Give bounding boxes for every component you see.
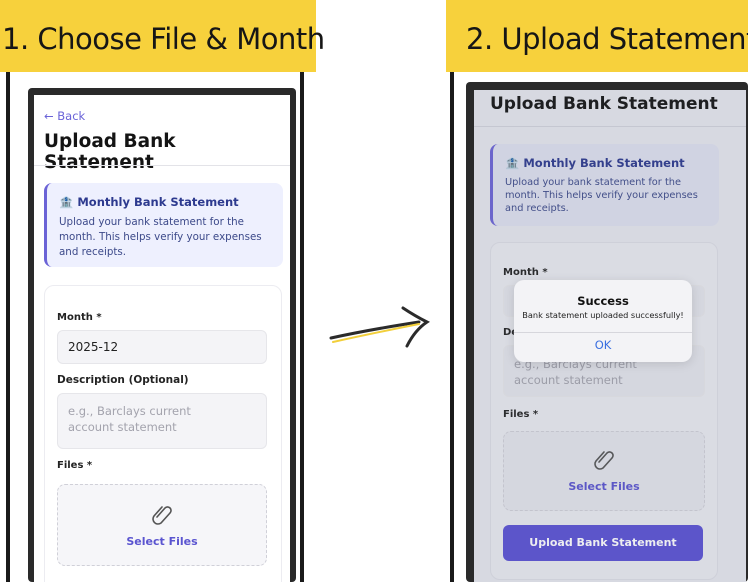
arrow-icon <box>329 306 430 348</box>
frame-post-right-a <box>450 72 454 582</box>
description-label: Description (Optional) <box>57 374 189 386</box>
step2-title: 2. Upload Statement <box>466 22 748 56</box>
description-placeholder: e.g., Barclays current account statement <box>68 404 191 434</box>
step1-title: 1. Choose File & Month <box>2 22 325 56</box>
page-title: Upload Bank Statement <box>44 131 176 173</box>
month-input[interactable]: 2025-12 <box>57 330 267 364</box>
select-files-label[interactable]: Select Files <box>58 535 266 548</box>
bank-icon: 🏦 <box>59 195 74 209</box>
month-label: Month * <box>57 312 102 323</box>
upload-screen-step2: Upload Bank Statement 🏦 Monthly Bank Sta… <box>474 90 746 582</box>
info-title: 🏦 Monthly Bank Statement <box>59 195 239 209</box>
frame-post-left-a <box>6 72 10 582</box>
dialog-title: Success <box>577 294 629 308</box>
info-body: Upload your bank statement for the month… <box>59 216 262 258</box>
description-input[interactable]: e.g., Barclays current account statement <box>57 393 267 449</box>
paperclip-icon <box>152 506 172 525</box>
frame-post-left-b <box>300 72 304 582</box>
files-label: Files * <box>57 460 93 471</box>
upload-screen-step1: ← Back Upload Bank Statement 🏦 Monthly B… <box>34 95 290 582</box>
success-dialog: Success Bank statement uploaded successf… <box>514 280 692 362</box>
file-dropzone[interactable]: Select Files <box>57 484 267 566</box>
dialog-ok-button[interactable]: OK <box>514 338 692 352</box>
back-link[interactable]: ← Back <box>44 109 85 123</box>
form-card: Month * 2025-12 Description (Optional) e… <box>44 285 282 582</box>
dialog-divider <box>514 332 692 333</box>
month-value: 2025-12 <box>68 340 119 354</box>
dialog-message: Bank statement uploaded successfully! <box>522 310 684 320</box>
header-divider <box>34 165 290 166</box>
info-card: 🏦 Monthly Bank Statement Upload your ban… <box>44 183 283 267</box>
